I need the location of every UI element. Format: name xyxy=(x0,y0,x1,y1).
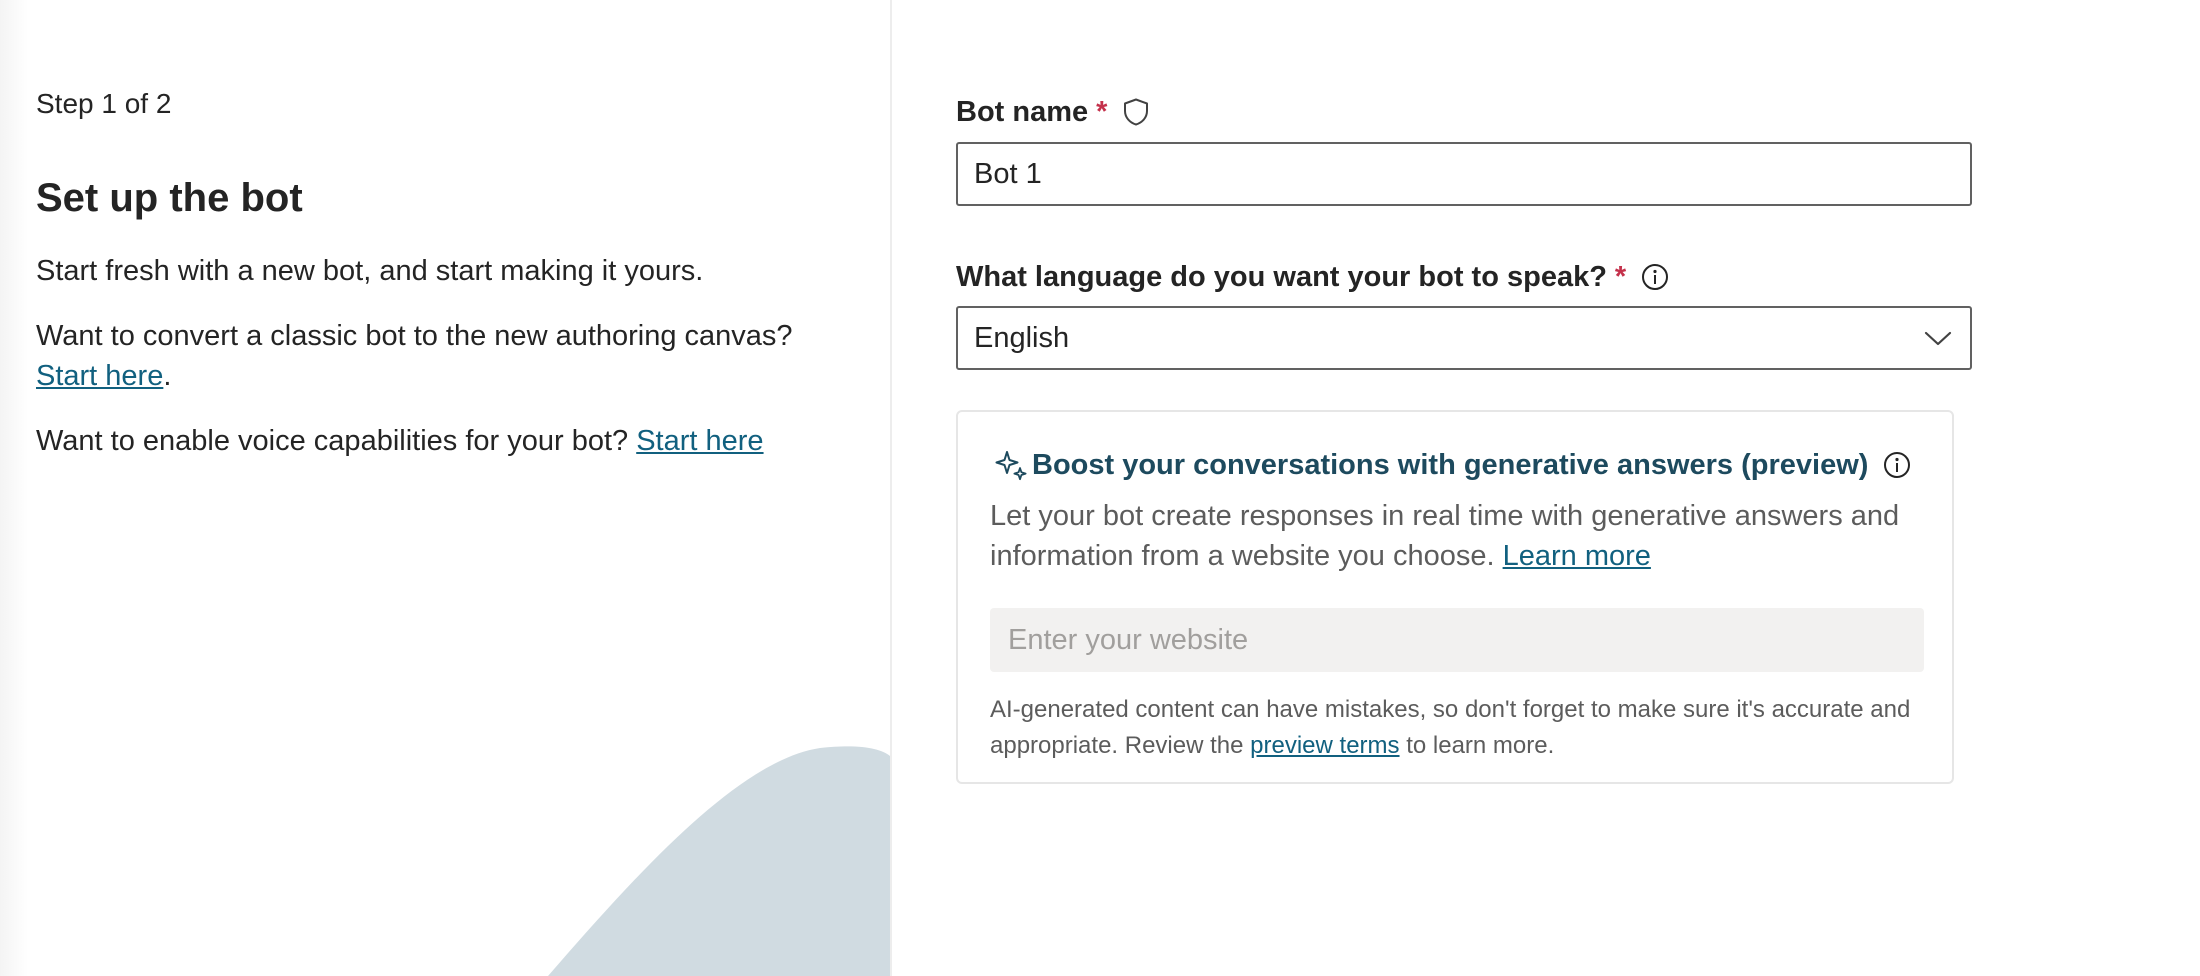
sparkle-icon xyxy=(994,448,1028,482)
shield-icon xyxy=(1121,97,1151,127)
bot-name-label: Bot name * xyxy=(956,93,1151,131)
convert-bot-text: Want to convert a classic bot to the new… xyxy=(36,316,856,396)
language-label: What language do you want your bot to sp… xyxy=(956,258,1670,296)
generative-answers-card: Boost your conversations with generative… xyxy=(956,410,1954,784)
convert-bot-label: Want to convert a classic bot to the new… xyxy=(36,320,793,352)
chevron-down-icon xyxy=(1916,323,1960,353)
required-asterisk: * xyxy=(1614,261,1627,293)
convert-suffix: . xyxy=(163,360,172,392)
ai-disclaimer: AI-generated content can have mistakes, … xyxy=(990,692,1920,764)
learn-more-link[interactable]: Learn more xyxy=(1503,540,1651,572)
panel-divider xyxy=(890,0,892,976)
bot-name-label-text: Bot name xyxy=(956,96,1089,128)
preview-terms-link[interactable]: preview terms xyxy=(1250,732,1399,759)
voice-start-here-link[interactable]: Start here xyxy=(636,425,763,457)
intro-text-content: Start fresh with a new bot, and start ma… xyxy=(36,255,704,287)
card-title-text: Boost your conversations with generative… xyxy=(1032,449,1869,481)
language-label-text: What language do you want your bot to sp… xyxy=(956,261,1607,293)
info-icon[interactable] xyxy=(1882,450,1912,480)
card-description-text: Let your bot create responses in real ti… xyxy=(990,500,1900,572)
required-asterisk: * xyxy=(1096,96,1108,128)
page-title: Set up the bot xyxy=(36,176,303,220)
voice-capabilities-text: Want to enable voice capabilities for yo… xyxy=(36,421,856,461)
card-description: Let your bot create responses in real ti… xyxy=(990,496,1910,576)
bot-name-input[interactable] xyxy=(956,142,1972,206)
card-title: Boost your conversations with generative… xyxy=(994,446,1912,484)
left-panel: Step 1 of 2 Set up the bot Start fresh w… xyxy=(0,0,890,976)
convert-start-here-link[interactable]: Start here xyxy=(36,360,163,392)
step-indicator: Step 1 of 2 xyxy=(36,88,172,119)
bot-setup-page: Step 1 of 2 Set up the bot Start fresh w… xyxy=(0,0,2200,976)
language-dropdown[interactable]: English xyxy=(956,306,1972,370)
intro-text: Start fresh with a new bot, and start ma… xyxy=(36,251,856,291)
decorative-curve-shape xyxy=(548,746,890,976)
info-icon[interactable] xyxy=(1640,262,1670,292)
language-selected-value: English xyxy=(974,321,1070,354)
website-input[interactable] xyxy=(990,608,1924,672)
voice-label: Want to enable voice capabilities for yo… xyxy=(36,425,629,457)
disclaimer-suffix: to learn more. xyxy=(1406,732,1555,759)
